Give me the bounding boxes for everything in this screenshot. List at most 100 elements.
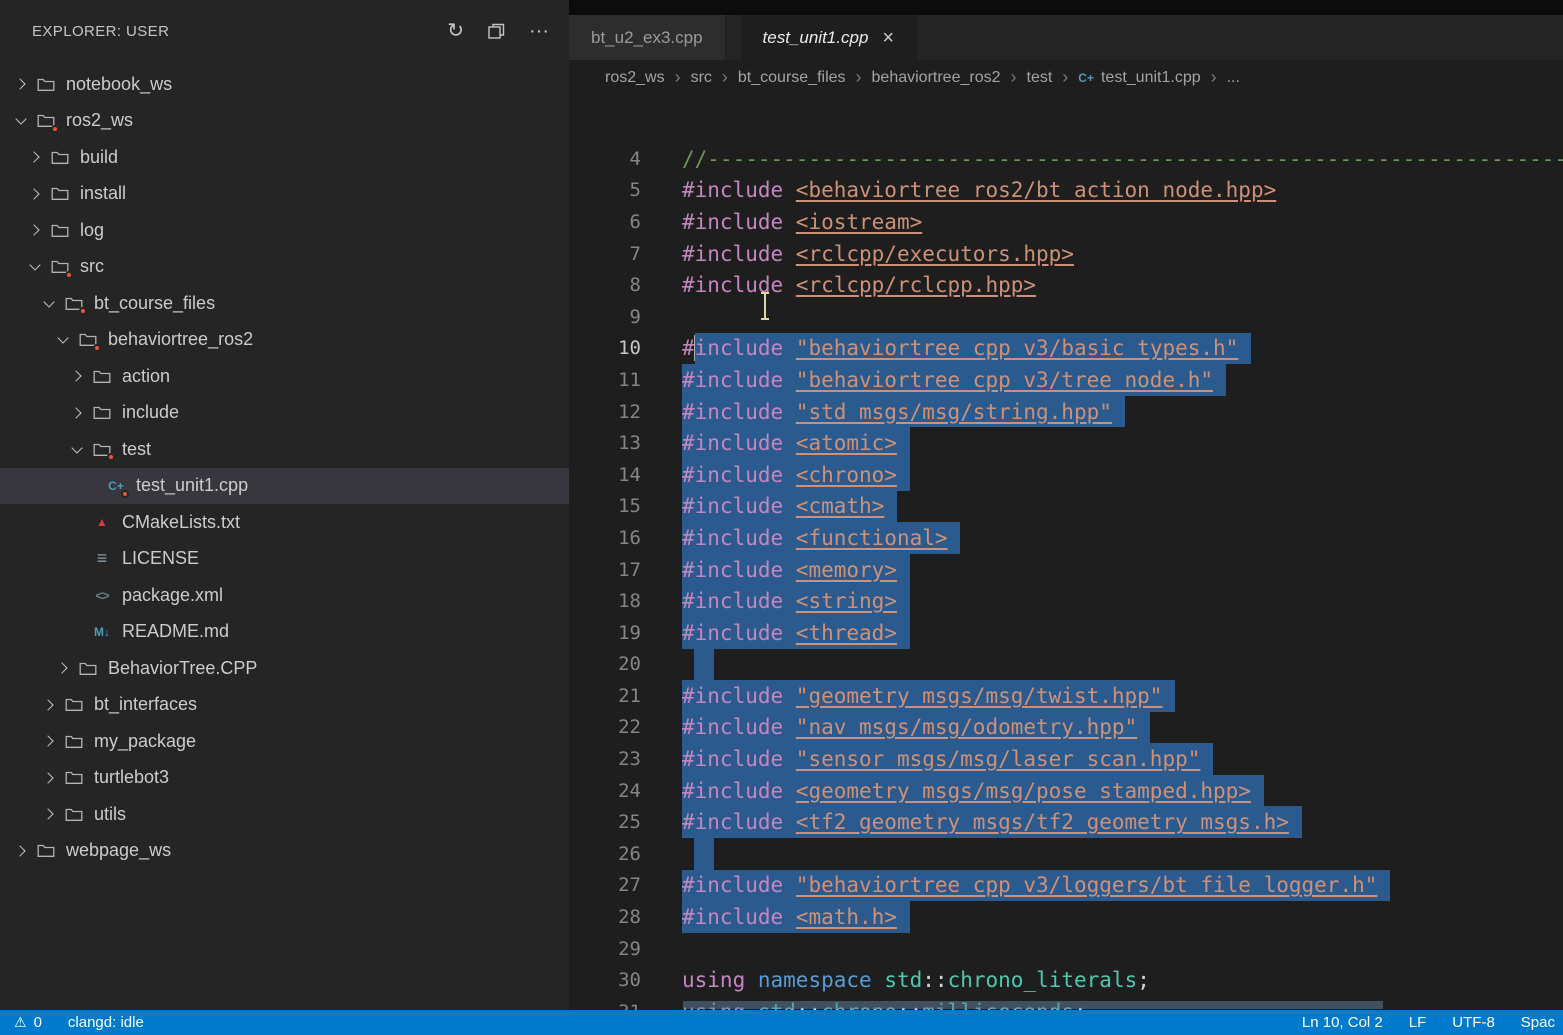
code-line-7[interactable]: 7#include <rclcpp/executors.hpp> xyxy=(569,238,1563,270)
chevron-right-icon[interactable] xyxy=(70,371,81,382)
split-editor-icon[interactable] xyxy=(488,23,505,40)
tree-item-utils[interactable]: utils xyxy=(0,796,569,833)
chevron-right-icon[interactable] xyxy=(28,152,39,163)
status-ln-10-col-2[interactable]: Ln 10, Col 2 xyxy=(1302,1014,1383,1031)
chevron-down-icon[interactable] xyxy=(43,296,54,307)
code-line-14[interactable]: 14#include <chrono> xyxy=(569,459,1563,491)
tab-label: test_unit1.cpp xyxy=(763,28,869,48)
breadcrumb-item-...[interactable]: ... xyxy=(1227,69,1240,87)
close-icon[interactable]: × xyxy=(882,28,894,48)
code-line-12[interactable]: 12#include "std_msgs/msg/string.hpp" xyxy=(569,396,1563,428)
breadcrumb-item-behaviortree_ros2[interactable]: behaviortree_ros2 xyxy=(872,69,1001,87)
chevron-down-icon[interactable] xyxy=(57,333,68,344)
tree-item-BehaviorTree.CPP[interactable]: BehaviorTree.CPP xyxy=(0,650,569,687)
breadcrumb-item-src[interactable]: src xyxy=(691,69,712,87)
breadcrumb-item-test[interactable]: test xyxy=(1027,69,1053,87)
code-line-24[interactable]: 24#include <geometry_msgs/msg/pose_stamp… xyxy=(569,775,1563,807)
line-number: 24 xyxy=(569,780,641,802)
refresh-icon[interactable]: ↻ xyxy=(447,21,464,41)
chevron-right-icon[interactable] xyxy=(28,225,39,236)
breadcrumb[interactable]: ros2_ws›src›bt_course_files›behaviortree… xyxy=(569,60,1563,95)
code-line-9[interactable]: 9 xyxy=(569,301,1563,333)
tree-item-CMakeLists.txt[interactable]: ▲CMakeLists.txt xyxy=(0,504,569,541)
folder-icon xyxy=(90,366,114,386)
code-line-17[interactable]: 17#include <memory> xyxy=(569,554,1563,586)
code-line-16[interactable]: 16#include <functional> xyxy=(569,522,1563,554)
code-line-19[interactable]: 19#include <thread> xyxy=(569,617,1563,649)
code-line-22[interactable]: 22 #include "nav_msgs/msg/odometry.hpp" xyxy=(569,712,1563,744)
code-line-6[interactable]: 6#include <iostream> xyxy=(569,206,1563,238)
tree-item-include[interactable]: include xyxy=(0,395,569,432)
problems-indicator[interactable]: ⚠ 0 xyxy=(14,1014,42,1031)
tree-item-behaviortree_ros2[interactable]: behaviortree_ros2 xyxy=(0,322,569,359)
chevron-right-icon[interactable] xyxy=(14,79,25,90)
license-file-icon: ≡ xyxy=(90,549,114,569)
tree-item-label: src xyxy=(80,256,104,277)
breadcrumb-item-test_unit1.cpp[interactable]: C+test_unit1.cpp xyxy=(1078,69,1200,87)
tree-item-LICENSE[interactable]: ≡LICENSE xyxy=(0,541,569,578)
code-line-29[interactable]: 29 xyxy=(569,933,1563,965)
tab-test_unit1.cpp[interactable]: test_unit1.cpp × xyxy=(741,15,918,60)
code-line-11[interactable]: 11#include "behaviortree_cpp_v3/tree_nod… xyxy=(569,364,1563,396)
chevron-right-icon[interactable] xyxy=(56,663,67,674)
tree-item-install[interactable]: install xyxy=(0,176,569,213)
selection: #include "behaviortree_cpp_v3/tree_node.… xyxy=(682,364,1226,396)
selection: #include "nav_msgs/msg/odometry.hpp" xyxy=(682,712,1150,744)
tree-item-bt_interfaces[interactable]: bt_interfaces xyxy=(0,687,569,724)
chevron-down-icon[interactable] xyxy=(71,442,82,453)
more-actions-icon[interactable]: ··· xyxy=(529,21,549,41)
code-line-13[interactable]: 13#include <atomic> xyxy=(569,427,1563,459)
chevron-separator-icon: › xyxy=(675,67,681,88)
modified-dot xyxy=(107,453,115,461)
status-utf-8[interactable]: UTF-8 xyxy=(1452,1014,1495,1031)
chevron-down-icon[interactable] xyxy=(29,260,40,271)
clangd-status[interactable]: clangd: idle xyxy=(68,1014,144,1031)
tree-item-package.xml[interactable]: <>package.xml xyxy=(0,577,569,614)
chevron-down-icon[interactable] xyxy=(15,114,26,125)
breadcrumb-item-bt_course_files[interactable]: bt_course_files xyxy=(738,69,846,87)
tree-item-build[interactable]: build xyxy=(0,139,569,176)
chevron-right-icon[interactable] xyxy=(70,407,81,418)
horizontal-scrollbar[interactable] xyxy=(683,1001,1383,1009)
tree-item-test[interactable]: test xyxy=(0,431,569,468)
tree-item-ros2_ws[interactable]: ros2_ws xyxy=(0,103,569,140)
code-line-5[interactable]: 5#include <behaviortree_ros2/bt_action_n… xyxy=(569,175,1563,207)
code-line-18[interactable]: 18#include <string> xyxy=(569,585,1563,617)
tree-item-notebook_ws[interactable]: notebook_ws xyxy=(0,66,569,103)
tree-item-turtlebot3[interactable]: turtlebot3 xyxy=(0,760,569,797)
tree-item-src[interactable]: src xyxy=(0,249,569,286)
tree-item-test_unit1.cpp[interactable]: C+test_unit1.cpp xyxy=(0,468,569,505)
chevron-right-icon[interactable] xyxy=(28,188,39,199)
tree-item-my_package[interactable]: my_package xyxy=(0,723,569,760)
selection: #include "sensor_msgs/msg/laser_scan.hpp… xyxy=(682,743,1213,775)
code-line-30[interactable]: 30using namespace std::chrono_literals; xyxy=(569,964,1563,996)
code-line-20[interactable]: 20 xyxy=(569,649,1563,681)
code-editor[interactable]: 4//-------------------------------------… xyxy=(569,95,1563,1010)
line-number: 22 xyxy=(569,716,641,738)
code-line-8[interactable]: 8#include <rclcpp/rclcpp.hpp> xyxy=(569,269,1563,301)
chevron-right-icon[interactable] xyxy=(42,699,53,710)
chevron-right-icon[interactable] xyxy=(42,772,53,783)
tree-item-label: CMakeLists.txt xyxy=(122,512,240,533)
tree-item-action[interactable]: action xyxy=(0,358,569,395)
code-line-10[interactable]: 10#include "behaviortree_cpp_v3/basic_ty… xyxy=(569,333,1563,365)
chevron-right-icon[interactable] xyxy=(14,845,25,856)
code-line-15[interactable]: 15#include <cmath> xyxy=(569,491,1563,523)
code-line-26[interactable]: 26 xyxy=(569,838,1563,870)
code-line-4[interactable]: 4//-------------------------------------… xyxy=(569,143,1563,175)
status-spac[interactable]: Spac xyxy=(1521,1014,1555,1031)
tree-item-log[interactable]: log xyxy=(0,212,569,249)
tree-item-README.md[interactable]: M↓README.md xyxy=(0,614,569,651)
status-lf[interactable]: LF xyxy=(1409,1014,1427,1031)
code-line-23[interactable]: 23#include "sensor_msgs/msg/laser_scan.h… xyxy=(569,743,1563,775)
tree-item-bt_course_files[interactable]: bt_course_files xyxy=(0,285,569,322)
code-line-28[interactable]: 28#include <math.h> xyxy=(569,901,1563,933)
breadcrumb-item-ros2_ws[interactable]: ros2_ws xyxy=(605,69,665,87)
tab-bt_u2_ex3.cpp[interactable]: bt_u2_ex3.cpp xyxy=(569,15,726,60)
tree-item-webpage_ws[interactable]: webpage_ws xyxy=(0,833,569,870)
chevron-right-icon[interactable] xyxy=(42,736,53,747)
chevron-right-icon[interactable] xyxy=(42,809,53,820)
code-line-25[interactable]: 25#include <tf2_geometry_msgs/tf2_geomet… xyxy=(569,806,1563,838)
code-line-21[interactable]: 21#include "geometry_msgs/msg/twist.hpp" xyxy=(569,680,1563,712)
code-line-27[interactable]: 27#include "behaviortree_cpp_v3/loggers/… xyxy=(569,870,1563,902)
